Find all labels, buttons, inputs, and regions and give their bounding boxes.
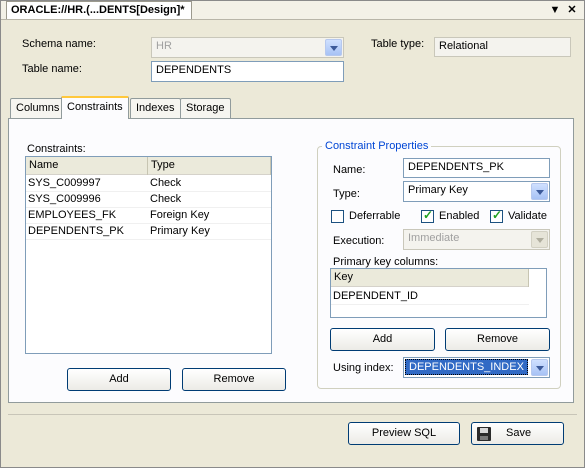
constraint-type-cell[interactable]: Check	[148, 176, 271, 192]
constraints-table: Name Type SYS_C009997 Check SYS_C009996 …	[25, 156, 272, 354]
table-name-label: Table name:	[22, 63, 82, 75]
constraint-name-input[interactable]: DEPENDENTS_PK	[403, 158, 550, 178]
add-constraint-button[interactable]: Add	[67, 368, 171, 391]
save-button[interactable]: Save	[471, 422, 564, 445]
execution-label: Execution:	[333, 235, 385, 247]
remove-key-column-button[interactable]: Remove	[445, 328, 550, 351]
tab-columns[interactable]: Columns	[10, 98, 66, 118]
close-icon[interactable]: ✕	[565, 3, 579, 17]
chevron-down-icon	[531, 231, 548, 248]
table-type-field: Relational	[434, 37, 571, 57]
editor-tab-title[interactable]: ORACLE://HR.(...DENTS[Design]*	[6, 1, 192, 19]
constraint-type-label: Type:	[333, 188, 360, 200]
tab-storage[interactable]: Storage	[180, 98, 231, 118]
constraint-type-cell[interactable]: Primary Key	[148, 224, 271, 240]
execution-combo: Immediate	[403, 229, 550, 250]
column-header-key[interactable]: Key	[331, 269, 529, 287]
pk-columns-label: Primary key columns:	[333, 256, 439, 268]
tab-constraints[interactable]: Constraints	[61, 96, 129, 119]
table-header: Key	[331, 269, 529, 287]
constraint-name-label: Name:	[333, 164, 366, 176]
deferrable-label: Deferrable	[349, 210, 401, 222]
using-index-label: Using index:	[333, 362, 394, 374]
pk-columns-table: Key DEPENDENT_ID	[330, 268, 547, 318]
constraint-type-combo[interactable]: Primary Key	[403, 181, 550, 202]
constraint-type-value: Primary Key	[408, 184, 468, 196]
enabled-checkbox[interactable]	[421, 208, 434, 223]
add-key-column-button[interactable]: Add	[330, 328, 435, 351]
chevron-down-icon[interactable]: ▼	[548, 3, 562, 17]
schema-name-label: Schema name:	[22, 38, 96, 50]
constraint-properties-title: Constraint Properties	[322, 140, 432, 152]
tab-indexes[interactable]: Indexes	[130, 98, 181, 118]
constraint-name-cell[interactable]: SYS_C009997	[26, 176, 148, 192]
constraint-type-cell[interactable]: Foreign Key	[148, 208, 271, 224]
chevron-down-icon[interactable]	[531, 183, 548, 200]
constraint-name-cell[interactable]: EMPLOYEES_FK	[26, 208, 148, 224]
table-type-label: Table type:	[371, 38, 425, 50]
using-index-combo[interactable]: DEPENDENTS_INDEX	[403, 357, 550, 378]
floppy-disk-icon	[477, 427, 491, 441]
validate-checkbox[interactable]	[490, 208, 503, 223]
schema-name-value: HR	[156, 40, 172, 52]
column-header-name[interactable]: Name	[26, 157, 148, 175]
constraint-name-cell[interactable]: SYS_C009996	[26, 192, 148, 208]
constraint-name-cell[interactable]: DEPENDENTS_PK	[26, 224, 148, 240]
save-label: Save	[506, 427, 532, 439]
table-name-input[interactable]: DEPENDENTS	[151, 61, 344, 82]
using-index-value: DEPENDENTS_INDEX	[405, 359, 528, 375]
chevron-down-icon[interactable]	[325, 39, 342, 56]
schema-name-combo[interactable]: HR	[151, 37, 344, 58]
constraints-label: Constraints:	[27, 143, 86, 155]
column-header-type[interactable]: Type	[148, 157, 271, 175]
remove-constraint-button[interactable]: Remove	[182, 368, 286, 391]
validate-label: Validate	[508, 210, 547, 222]
chevron-down-icon[interactable]	[531, 359, 548, 376]
constraint-type-cell[interactable]: Check	[148, 192, 271, 208]
pk-column-cell[interactable]: DEPENDENT_ID	[331, 289, 529, 305]
deferrable-checkbox[interactable]	[331, 210, 344, 223]
enabled-label: Enabled	[439, 210, 480, 222]
footer-divider	[8, 414, 577, 415]
preview-sql-button[interactable]: Preview SQL	[348, 422, 460, 445]
table-header: Name Type	[26, 157, 271, 175]
execution-value: Immediate	[408, 232, 460, 244]
